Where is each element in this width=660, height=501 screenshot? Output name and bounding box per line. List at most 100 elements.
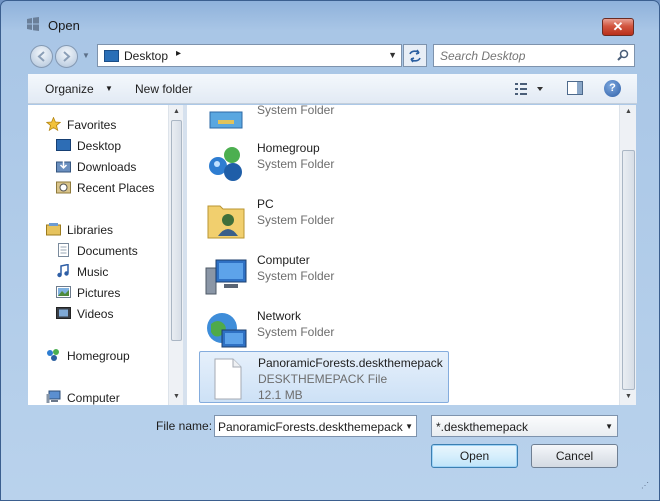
list-item[interactable]: Homegroup System Folder <box>199 137 449 189</box>
file-name-label: File name: <box>156 419 213 433</box>
search-input[interactable] <box>440 47 610 64</box>
sidebar-item-label: Videos <box>77 307 114 321</box>
sidebar-item-videos[interactable]: Videos <box>28 305 168 323</box>
file-type: System Folder <box>257 213 335 227</box>
sidebar-item-music[interactable]: Music <box>28 263 168 281</box>
sidebar-item-pictures[interactable]: Pictures <box>28 284 168 302</box>
list-item[interactable]: Computer System Folder <box>199 249 449 301</box>
help-icon: ? <box>609 82 616 94</box>
sidebar-item-favorites[interactable]: Favorites <box>28 116 168 134</box>
sidebar-item-label: Downloads <box>77 160 137 174</box>
computer-icon <box>46 390 61 403</box>
list-item[interactable]: System Folder <box>199 105 449 135</box>
sidebar-item-homegroup[interactable]: Homegroup <box>28 347 168 365</box>
file-type: System Folder <box>257 269 335 283</box>
sidebar-item-label: Recent Places <box>77 181 155 195</box>
desktop-icon <box>56 139 71 151</box>
address-location[interactable]: Desktop <box>124 49 168 63</box>
windows-logo-icon <box>27 17 39 31</box>
list-item[interactable]: Network System Folder <box>199 305 449 357</box>
file-list-scrollbar[interactable]: ▲ ▼ <box>619 105 636 405</box>
list-item[interactable]: PC System Folder <box>199 193 449 245</box>
chevron-down-icon[interactable]: ▼ <box>605 422 613 431</box>
open-dialog: Open ✕ ▼ Desktop ▸ ▼ Organize <box>0 0 660 501</box>
search-icon[interactable] <box>617 49 629 61</box>
desktop-folder-icon <box>104 50 119 62</box>
file-name: Computer <box>257 253 310 267</box>
navigation-pane-scrollbar[interactable]: ▲ ▼ <box>168 105 183 405</box>
scrollbar-thumb[interactable] <box>171 120 182 341</box>
chevron-down-icon[interactable]: ▼ <box>405 422 413 431</box>
sidebar-item-label: Desktop <box>77 139 122 153</box>
forward-button[interactable] <box>55 45 78 68</box>
sidebar-item-computer[interactable]: Computer <box>28 389 168 405</box>
pictures-icon <box>56 286 71 298</box>
music-icon <box>57 264 69 278</box>
scroll-up-icon[interactable]: ▲ <box>173 108 180 115</box>
documents-icon <box>58 243 69 257</box>
videos-icon <box>56 307 71 319</box>
file-type: System Folder <box>257 157 335 171</box>
file-name-input[interactable]: PanoramicForests.deskthemepack <box>218 420 403 434</box>
recent-locations-dropdown-icon[interactable]: ▼ <box>82 51 90 60</box>
close-button[interactable]: ✕ <box>602 18 634 36</box>
new-folder-button[interactable]: New folder <box>135 82 192 96</box>
user-folder-icon <box>207 205 245 239</box>
window-title: Open <box>48 18 80 33</box>
file-size: 12.1 MB <box>258 388 303 402</box>
sidebar-item-label: Documents <box>77 244 138 258</box>
organize-button[interactable]: Organize <box>45 82 94 96</box>
sidebar-item-label: Homegroup <box>67 349 130 363</box>
sidebar-item-libraries[interactable]: Libraries <box>28 221 168 239</box>
file-type: System Folder <box>257 105 335 117</box>
file-name-combobox[interactable]: PanoramicForests.deskthemepack ▼ <box>214 415 417 437</box>
sidebar-item-label: Music <box>77 265 109 279</box>
cancel-button[interactable]: Cancel <box>531 444 618 468</box>
sidebar-item-label: Libraries <box>67 223 114 237</box>
change-view-button[interactable] <box>514 81 544 97</box>
file-type: System Folder <box>257 325 335 339</box>
title-bar[interactable]: Open ✕ <box>1 1 659 39</box>
breadcrumb-chevron-icon[interactable]: ▸ <box>176 48 181 59</box>
scroll-down-icon[interactable]: ▼ <box>625 393 632 400</box>
address-bar[interactable]: Desktop ▸ ▼ <box>97 44 402 67</box>
help-button[interactable]: ? <box>604 80 621 97</box>
preview-pane-button[interactable] <box>567 81 583 95</box>
command-bar: Organize ▼ New folder ? <box>28 74 637 104</box>
back-button[interactable] <box>30 45 53 68</box>
computer-icon <box>205 259 247 295</box>
network-icon <box>207 313 247 348</box>
file-name: PC <box>257 197 274 211</box>
file-type: DESKTHEMEPACK File <box>258 372 388 386</box>
sidebar-item-downloads[interactable]: Downloads <box>28 158 168 176</box>
recent-places-icon <box>56 181 71 194</box>
refresh-button[interactable] <box>403 44 427 67</box>
sidebar-item-label: Pictures <box>77 286 121 300</box>
address-dropdown-icon[interactable]: ▼ <box>388 50 397 60</box>
homegroup-icon <box>209 147 242 181</box>
file-list: System Folder Homegroup System Folder PC… <box>187 105 619 405</box>
scroll-down-icon[interactable]: ▼ <box>173 393 180 400</box>
close-icon: ✕ <box>612 19 624 34</box>
open-button[interactable]: Open <box>431 444 518 468</box>
sidebar-item-recent-places[interactable]: Recent Places <box>28 179 168 197</box>
homegroup-icon <box>47 349 59 361</box>
scrollbar-thumb[interactable] <box>622 150 635 390</box>
file-name: PanoramicForests.deskthemepack <box>258 356 443 370</box>
list-item-selected[interactable]: PanoramicForests.deskthemepack DESKTHEME… <box>199 351 449 403</box>
libraries-icon <box>46 223 61 236</box>
sidebar-item-documents[interactable]: Documents <box>28 242 168 260</box>
search-box[interactable] <box>433 44 635 67</box>
sidebar-item-desktop[interactable]: Desktop <box>28 137 168 155</box>
file-type-select[interactable]: *.deskthemepack ▼ <box>431 415 618 437</box>
file-name: Network <box>257 309 302 323</box>
sidebar-item-label: Favorites <box>67 118 117 132</box>
folder-partial-icon <box>209 111 243 129</box>
organize-dropdown-icon[interactable]: ▼ <box>105 84 113 93</box>
scroll-up-icon[interactable]: ▲ <box>625 108 632 115</box>
resize-grip-icon[interactable]: ⋰ <box>641 481 649 490</box>
view-options-icon <box>515 83 543 95</box>
file-name: Homegroup <box>257 141 320 155</box>
file-icon <box>214 358 242 400</box>
sidebar-item-label: Computer <box>67 391 120 405</box>
